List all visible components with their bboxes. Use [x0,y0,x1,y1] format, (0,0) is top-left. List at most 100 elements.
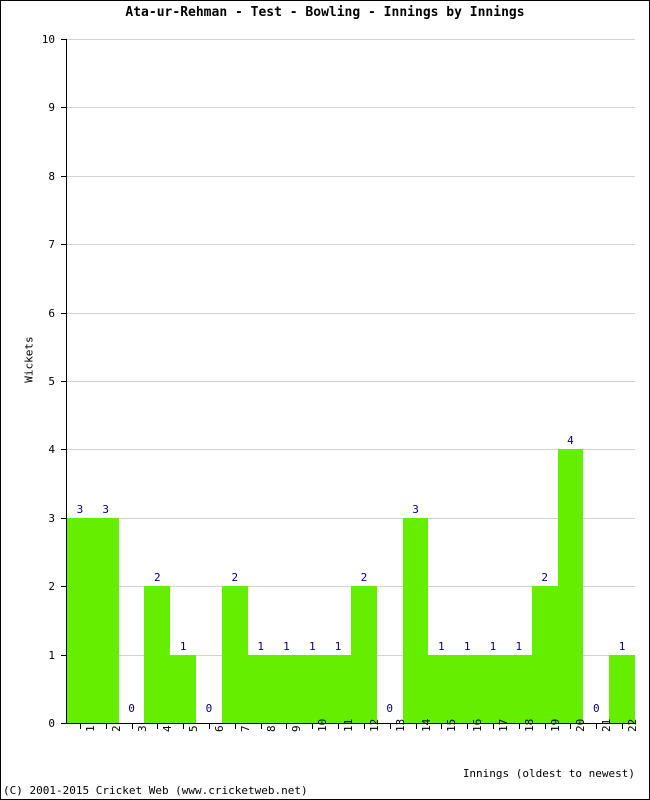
x-axis-tick [519,724,520,729]
y-axis-tick [61,517,67,519]
bar-value-label: 0 [205,702,213,715]
y-axis-label: 7 [48,238,55,252]
x-axis-label: 16 [471,718,485,732]
bar-value-label: 1 [308,639,316,653]
bar [402,517,429,723]
gridline [67,312,635,314]
x-axis-tick [157,724,158,729]
bar-value-label: 1 [257,639,264,653]
x-axis-label: 12 [367,718,381,732]
x-axis-label: 14 [419,718,433,732]
gridline [67,244,635,246]
bar-value-label: 1 [283,639,290,653]
x-axis-tick [545,724,546,729]
y-axis-tick [61,654,67,656]
bar-value-label: 2 [360,571,368,585]
x-axis-tick [312,724,313,729]
y-axis-tick [61,449,67,451]
bar [247,654,274,723]
x-axis-tick [390,724,391,729]
x-axis-tick [261,724,262,729]
bar [428,654,455,723]
x-axis-label: 3 [135,725,149,732]
x-axis-tick [596,724,597,729]
x-axis-tick [493,724,494,729]
x-axis-tick [416,724,417,729]
x-axis-label: 18 [522,718,536,732]
bar [144,586,171,723]
bar [351,586,377,723]
bar [273,654,300,723]
x-axis-tick [106,724,107,729]
y-axis-label: 10 [41,33,55,46]
x-axis-tick [132,724,133,729]
y-axis-label: 3 [48,511,55,525]
x-axis-tick [364,724,365,729]
y-axis-label: 5 [48,375,55,388]
bar [67,517,93,723]
bar [531,586,558,723]
x-axis-label: 11 [342,718,356,732]
bar [557,449,584,723]
bar [299,654,326,723]
x-axis-label: 8 [264,725,278,732]
x-axis-tick [338,724,339,729]
x-axis-label: 1 [83,725,97,732]
x-axis-tick [467,724,468,729]
y-axis-label: 9 [48,101,55,115]
bar [221,586,248,723]
chart-page: Ata-ur-Rehman - Test - Bowling - Innings… [0,0,650,800]
y-axis-label: 6 [48,306,55,320]
x-axis-label: 19 [548,718,562,732]
y-axis-tick [61,586,67,588]
y-axis-label: 4 [48,443,55,457]
x-axis-title: Innings (oldest to newest) [462,767,635,780]
bar-value-label: 4 [567,434,574,448]
bar-value-label: 0 [592,702,600,715]
x-axis-label: 21 [600,718,614,732]
bar-value-label: 1 [489,639,497,653]
x-axis-label: 4 [161,725,175,732]
bar [170,654,197,723]
y-axis-tick [61,381,67,382]
x-axis-tick [570,724,571,729]
bar-value-label: 1 [618,639,626,653]
bar-value-label: 3 [102,502,110,516]
bar [480,654,506,723]
bar-value-label: 1 [438,639,445,653]
bar [505,654,532,723]
bar-value-label: 1 [179,639,187,653]
bar-value-label: 1 [463,639,471,653]
page-title: Ata-ur-Rehman - Test - Bowling - Innings… [125,5,525,20]
gridline [67,517,635,519]
bar-value-label: 2 [541,571,548,585]
bar-value-label: 3 [76,502,84,516]
bar [92,517,119,723]
x-axis-label: 9 [290,725,304,732]
x-axis-label: 20 [574,718,588,732]
bar-value-label: 1 [515,639,523,653]
y-axis-label: 0 [48,717,55,730]
x-axis-label: 13 [393,718,407,732]
gridline [67,39,635,40]
y-axis-tick [61,244,67,246]
x-axis-tick [441,724,442,729]
y-axis-label: 8 [48,169,55,183]
bar-value-label: 0 [128,702,135,715]
y-axis-tick [61,723,67,724]
x-axis-tick [235,724,236,729]
bar-value-label: 0 [386,702,394,715]
bar [454,654,481,723]
x-axis-tick [183,724,184,729]
y-axis-label: 1 [48,648,55,662]
y-axis-tick [61,312,67,314]
x-axis-label: 15 [445,718,459,732]
y-axis-tick [61,39,67,40]
bar [325,654,351,723]
x-axis-label: 22 [626,718,640,732]
x-axis-tick [80,724,81,729]
x-axis-tick [286,724,287,729]
x-axis-label: 5 [187,725,201,732]
bar [609,654,635,723]
x-axis-label: 6 [213,725,226,732]
